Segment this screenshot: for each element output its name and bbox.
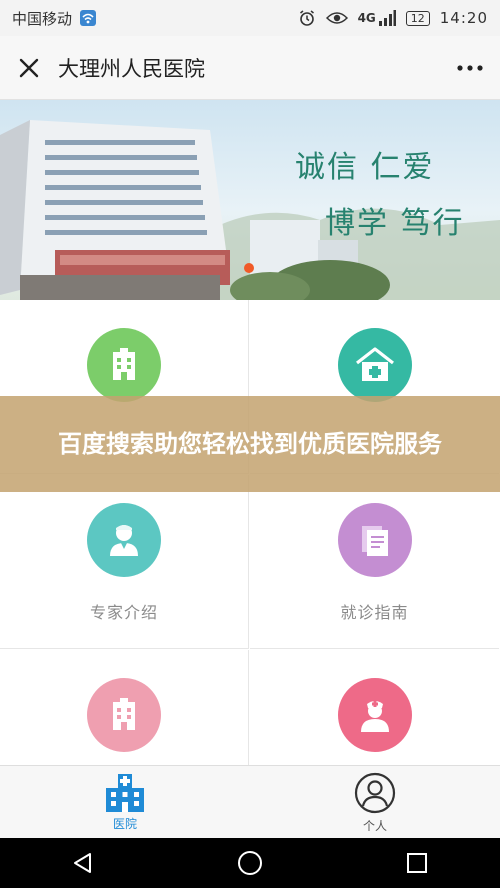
recents-icon (406, 853, 427, 873)
status-right: 4G 12 14:20 (298, 9, 488, 27)
tab-hospital-label: 医院 (112, 816, 137, 831)
back-icon (74, 853, 92, 873)
grid-item-5[interactable] (0, 650, 249, 765)
grid-item-visit-guide[interactable]: 就诊指南 (250, 475, 499, 649)
alarm-icon (298, 9, 316, 27)
battery-level: 12 (405, 10, 430, 26)
person-icon (354, 772, 396, 813)
system-nav-bar (0, 838, 500, 888)
hospital-icon (106, 773, 144, 812)
banner-slogan-line2: 博学 笃行 (325, 206, 465, 241)
document-icon (337, 503, 412, 577)
wifi-icon (80, 10, 97, 26)
back-button[interactable] (53, 838, 113, 888)
close-button[interactable] (0, 36, 58, 100)
home-icon (237, 851, 262, 875)
grid-item-visit-guide-label: 就诊指南 (340, 603, 409, 622)
eye-icon (325, 10, 348, 26)
grid-item-expert-intro[interactable]: 专家介绍 (0, 475, 249, 649)
nurse-icon (337, 678, 412, 752)
tab-bar: 医院 个人 (0, 765, 500, 839)
network-type: 4G (357, 11, 376, 25)
grid-item-expert-intro-label: 专家介绍 (89, 603, 158, 622)
medical-house-icon (337, 328, 412, 402)
doctor-icon (87, 503, 161, 577)
tab-hospital[interactable]: 医院 (0, 766, 250, 839)
promo-overlay: 百度搜索助您轻松找到优质医院服务 (0, 396, 500, 492)
hospital-banner[interactable]: 诚信 仁爱 博学 笃行 (0, 100, 500, 300)
hospital-building-icon (87, 678, 161, 752)
recents-button[interactable] (387, 838, 447, 888)
close-icon (19, 58, 39, 77)
signal-icon: 4G (358, 10, 396, 26)
grid-item-6[interactable] (250, 650, 499, 765)
hospital-building-icon (87, 328, 161, 402)
more-menu-button[interactable] (440, 36, 500, 100)
app-bar: 大理州人民医院 (0, 36, 500, 100)
feature-grid: 专家介绍 就诊指南 (0, 300, 500, 765)
carrier-name: 中国移动 (12, 9, 73, 28)
promo-overlay-text: 百度搜索助您轻松找到优质医院服务 (58, 430, 442, 458)
clock-time: 14:20 (439, 9, 488, 27)
page-title: 大理州人民医院 (58, 56, 205, 81)
more-icon (457, 64, 483, 71)
status-bar: 中国移动 4G 12 14:20 (0, 0, 500, 36)
home-button[interactable] (220, 838, 280, 888)
tab-personal-label: 个人 (362, 818, 387, 833)
status-left: 中国移动 (12, 8, 97, 29)
tab-personal[interactable]: 个人 (250, 766, 500, 839)
banner-slogan-line1: 诚信 仁爱 (295, 150, 435, 185)
